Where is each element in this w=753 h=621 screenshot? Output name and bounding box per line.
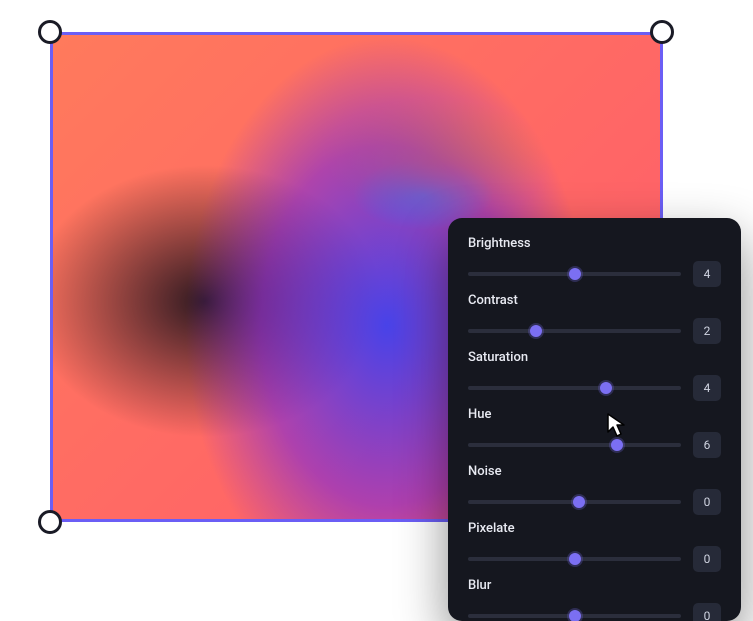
brightness-label: Brightness: [468, 236, 721, 251]
noise-slider[interactable]: [468, 500, 681, 504]
pixelate-slider[interactable]: [468, 557, 681, 561]
adjustments-panel: Brightness 4 Contrast 2 Saturation 4 Hue: [448, 218, 741, 621]
hue-label: Hue: [468, 407, 721, 422]
pixelate-value[interactable]: 0: [693, 546, 721, 572]
pixelate-label: Pixelate: [468, 521, 721, 536]
brightness-value[interactable]: 4: [693, 261, 721, 287]
brightness-control: Brightness 4: [468, 236, 721, 287]
pixelate-control: Pixelate 0: [468, 521, 721, 572]
noise-label: Noise: [468, 464, 721, 479]
blur-slider[interactable]: [468, 614, 681, 618]
saturation-control: Saturation 4: [468, 350, 721, 401]
hue-thumb[interactable]: [611, 439, 623, 451]
noise-control: Noise 0: [468, 464, 721, 515]
hue-control: Hue 6: [468, 407, 721, 458]
resize-handle-top-left[interactable]: [38, 20, 62, 44]
blur-label: Blur: [468, 578, 721, 593]
pixelate-thumb[interactable]: [569, 553, 581, 565]
contrast-slider[interactable]: [468, 329, 681, 333]
noise-value[interactable]: 0: [693, 489, 721, 515]
saturation-slider[interactable]: [468, 386, 681, 390]
contrast-control: Contrast 2: [468, 293, 721, 344]
contrast-value[interactable]: 2: [693, 318, 721, 344]
resize-handle-top-right[interactable]: [650, 20, 674, 44]
contrast-label: Contrast: [468, 293, 721, 308]
hue-value[interactable]: 6: [693, 432, 721, 458]
brightness-thumb[interactable]: [569, 268, 581, 280]
blur-control: Blur 0: [468, 578, 721, 621]
saturation-value[interactable]: 4: [693, 375, 721, 401]
blur-thumb[interactable]: [569, 610, 581, 621]
brightness-slider[interactable]: [468, 272, 681, 276]
saturation-label: Saturation: [468, 350, 721, 365]
hue-slider[interactable]: [468, 443, 681, 447]
contrast-thumb[interactable]: [530, 325, 542, 337]
saturation-thumb[interactable]: [600, 382, 612, 394]
noise-thumb[interactable]: [573, 496, 585, 508]
blur-value[interactable]: 0: [693, 603, 721, 621]
resize-handle-bottom-left[interactable]: [38, 510, 62, 534]
